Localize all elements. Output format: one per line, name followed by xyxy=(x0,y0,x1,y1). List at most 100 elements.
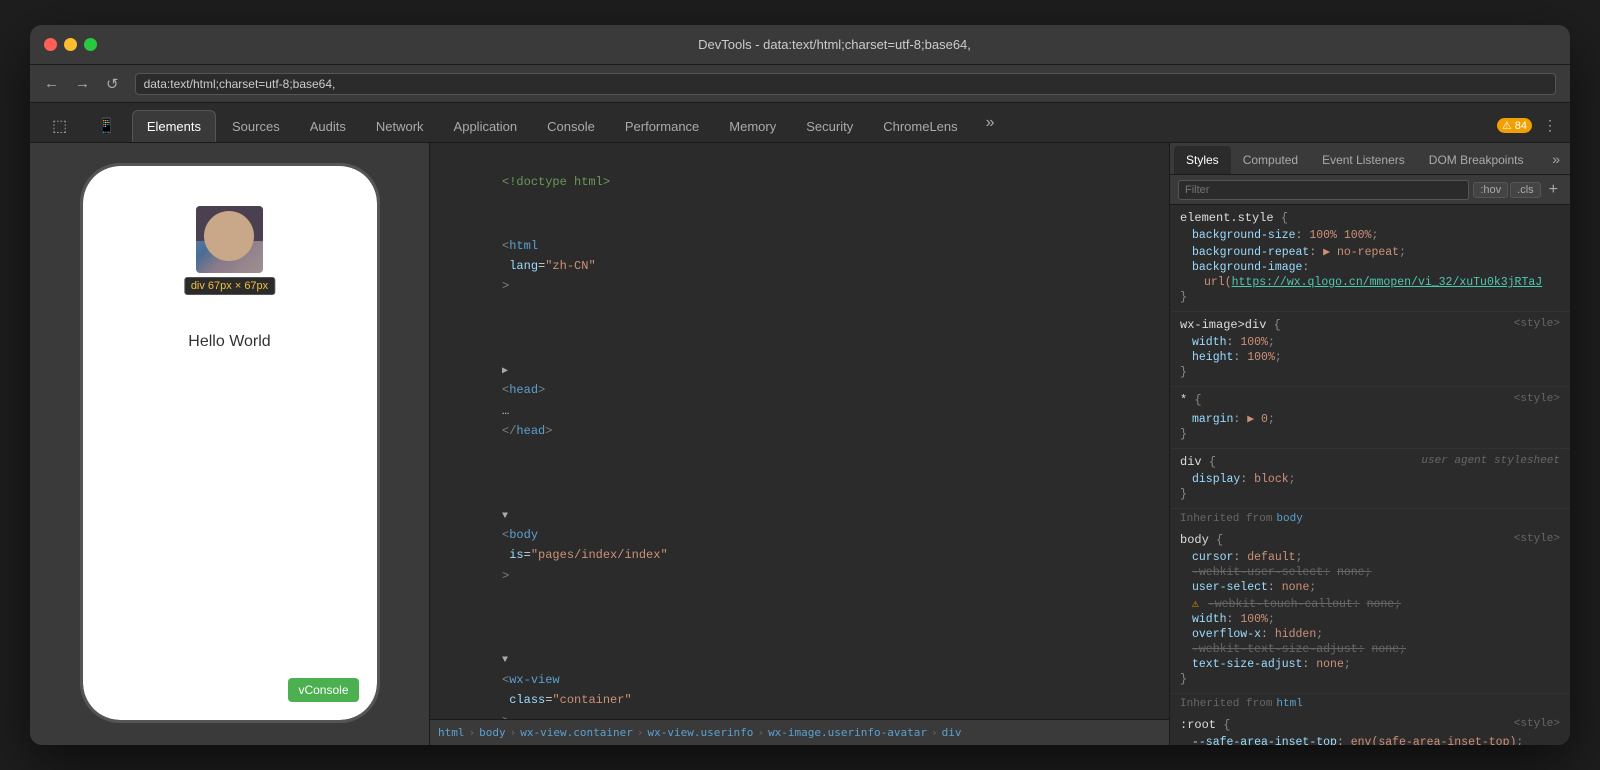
rule-selector-element: element.style { xyxy=(1180,211,1560,225)
style-prop-webkit-text-size-adjust: -webkit-text-size-adjust: none; xyxy=(1180,642,1560,657)
cls-filter-button[interactable]: .cls xyxy=(1510,182,1541,198)
dimension-label: div 67px × 67px xyxy=(184,277,275,295)
rule-close-body: } xyxy=(1180,672,1560,687)
style-prop-bgsize: background-size: 100% 100%; xyxy=(1180,228,1560,243)
rule-selector-wximage: wx-image>div { <style> xyxy=(1180,318,1560,332)
breadcrumb-body[interactable]: body xyxy=(479,726,506,739)
warning-icon: ⚠ xyxy=(1192,598,1199,611)
devtools-icon-inspect[interactable]: ⬚ xyxy=(38,110,81,142)
hov-filter-button[interactable]: :hov xyxy=(1473,182,1508,198)
avatar-container: div 67px × 67px xyxy=(196,206,263,273)
rule-close-element: } xyxy=(1180,290,1560,305)
breadcrumb-bar: html › body › wx-view.container › wx-vie… xyxy=(430,719,1169,745)
avatar-face xyxy=(204,211,254,261)
style-prop-bgimage: background-image: xyxy=(1180,260,1560,275)
titlebar: DevTools - data:text/html;charset=utf-8;… xyxy=(30,25,1570,65)
style-rule-element: element.style { background-size: 100% 10… xyxy=(1170,205,1570,312)
breadcrumb-wxview-container[interactable]: wx-view.container xyxy=(520,726,633,739)
styles-filter-bar: :hov .cls + xyxy=(1170,175,1570,205)
tab-chromelens[interactable]: ChromeLens xyxy=(869,110,971,142)
preview-panel: div 67px × 67px Hello World vConsole xyxy=(30,143,430,745)
rule-selector-root: :root { <style> xyxy=(1180,718,1560,732)
window-title: DevTools - data:text/html;charset=utf-8;… xyxy=(113,37,1556,52)
inherited-body-tag[interactable]: body xyxy=(1276,513,1302,525)
tab-dom-breakpoints[interactable]: DOM Breakpoints xyxy=(1417,146,1536,174)
vconsole-button[interactable]: vConsole xyxy=(288,678,358,702)
inherited-from-body: Inherited from body xyxy=(1170,509,1570,527)
devtools-toolbar-icons: ⚠ 84 ⋮ xyxy=(1497,115,1562,142)
tab-application[interactable]: Application xyxy=(440,110,532,142)
style-prop-margin: margin: ▶ 0; xyxy=(1180,410,1560,427)
add-style-button[interactable]: + xyxy=(1545,181,1562,199)
style-prop-cursor: cursor: default; xyxy=(1180,550,1560,565)
breadcrumb-wximage[interactable]: wx-image.userinfo-avatar xyxy=(768,726,927,739)
tab-security[interactable]: Security xyxy=(792,110,867,142)
dom-line-body[interactable]: ▼ <body is="pages/index/index" > xyxy=(430,463,1169,608)
style-prop-safe-area-top: --safe-area-inset-top: env(safe-area-ins… xyxy=(1180,735,1560,745)
dom-tree[interactable]: <!doctype html> <html lang="zh-CN" > ▶ <… xyxy=(430,143,1169,719)
tab-network[interactable]: Network xyxy=(362,110,438,142)
devtools-settings-button[interactable]: ⋮ xyxy=(1538,115,1562,136)
warning-badge: ⚠ 84 xyxy=(1497,118,1532,133)
style-rule-div-ua: div { user agent stylesheet display: blo… xyxy=(1170,449,1570,509)
tab-console[interactable]: Console xyxy=(533,110,609,142)
phone-frame: div 67px × 67px Hello World vConsole xyxy=(80,163,380,723)
rule-selector-star: * { <style> xyxy=(1180,393,1560,407)
tab-event-listeners[interactable]: Event Listeners xyxy=(1310,146,1417,174)
tab-memory[interactable]: Memory xyxy=(715,110,790,142)
minimize-button[interactable] xyxy=(64,38,77,51)
devtools-window: DevTools - data:text/html;charset=utf-8;… xyxy=(30,25,1570,745)
devtools-tab-bar: ⬚ 📱 Elements Sources Audits Network Appl… xyxy=(30,103,1570,143)
style-prop-bgrepeat: background-repeat: ▶ no-repeat; xyxy=(1180,243,1560,260)
rule-selector-div: div { user agent stylesheet xyxy=(1180,455,1560,469)
style-prop-webkit-touch-callout: ⚠ -webkit-touch-callout: none; xyxy=(1180,595,1560,612)
main-content: div 67px × 67px Hello World vConsole <!d… xyxy=(30,143,1570,745)
rule-selector-body: body { <style> xyxy=(1180,533,1560,547)
style-prop-webkit-user-select: -webkit-user-select: none; xyxy=(1180,565,1560,580)
style-prop-body-width: width: 100%; xyxy=(1180,612,1560,627)
devtools-icon-mobile[interactable]: 📱 xyxy=(83,110,130,142)
tab-computed[interactable]: Computed xyxy=(1231,146,1310,174)
dom-line-wxview-container[interactable]: ▼ <wx-view class="container" > xyxy=(430,608,1169,719)
inherited-from-html: Inherited from html xyxy=(1170,694,1570,712)
rule-close-div: } xyxy=(1180,487,1560,502)
tab-elements[interactable]: Elements xyxy=(132,110,216,142)
styles-filter-input[interactable] xyxy=(1178,180,1469,200)
breadcrumb-div[interactable]: div xyxy=(942,726,962,739)
style-prop-user-select: user-select: none; xyxy=(1180,580,1560,595)
breadcrumb-wxview-userinfo[interactable]: wx-view.userinfo xyxy=(647,726,753,739)
forward-button[interactable]: → xyxy=(69,71,96,96)
refresh-button[interactable]: ↺ xyxy=(100,71,125,97)
style-prop-overflow-x: overflow-x: hidden; xyxy=(1180,627,1560,642)
phone-screen: div 67px × 67px Hello World vConsole xyxy=(83,166,377,720)
selector-text: element.style { xyxy=(1180,211,1288,225)
style-prop-text-size-adjust: text-size-adjust: none; xyxy=(1180,657,1560,672)
dom-line-html[interactable]: <html lang="zh-CN" > xyxy=(430,214,1169,318)
rule-close-star: } xyxy=(1180,427,1560,442)
tab-performance[interactable]: Performance xyxy=(611,110,713,142)
tab-styles[interactable]: Styles xyxy=(1174,146,1231,174)
close-button[interactable] xyxy=(44,38,57,51)
breadcrumb-html[interactable]: html xyxy=(438,726,465,739)
style-rule-root: :root { <style> --safe-area-inset-top: e… xyxy=(1170,712,1570,745)
style-rule-star: * { <style> margin: ▶ 0; } xyxy=(1170,387,1570,449)
dom-line-doctype[interactable]: <!doctype html> xyxy=(430,151,1169,214)
style-prop-display: display: block; xyxy=(1180,472,1560,487)
more-tabs-button[interactable]: » xyxy=(978,110,1003,136)
tab-audits[interactable]: Audits xyxy=(296,110,360,142)
style-prop-width: width: 100%; xyxy=(1180,335,1560,350)
dom-panel: <!doctype html> <html lang="zh-CN" > ▶ <… xyxy=(430,143,1170,745)
styles-content: element.style { background-size: 100% 10… xyxy=(1170,205,1570,745)
style-rule-wximage-div: wx-image>div { <style> width: 100%; heig… xyxy=(1170,312,1570,387)
maximize-button[interactable] xyxy=(84,38,97,51)
tab-sources[interactable]: Sources xyxy=(218,110,294,142)
more-styles-tabs[interactable]: » xyxy=(1546,147,1566,171)
inherited-html-tag[interactable]: html xyxy=(1276,698,1302,710)
dom-line-head[interactable]: ▶ <head> … </head> xyxy=(430,318,1169,463)
back-button[interactable]: ← xyxy=(38,71,65,96)
url-input[interactable] xyxy=(135,73,1556,95)
style-prop-bgimage-url: url(https://wx.qlogo.cn/mmopen/vi_32/xuT… xyxy=(1180,275,1560,290)
avatar-image xyxy=(196,206,263,273)
traffic-lights xyxy=(44,38,97,51)
rule-close-wximage: } xyxy=(1180,365,1560,380)
